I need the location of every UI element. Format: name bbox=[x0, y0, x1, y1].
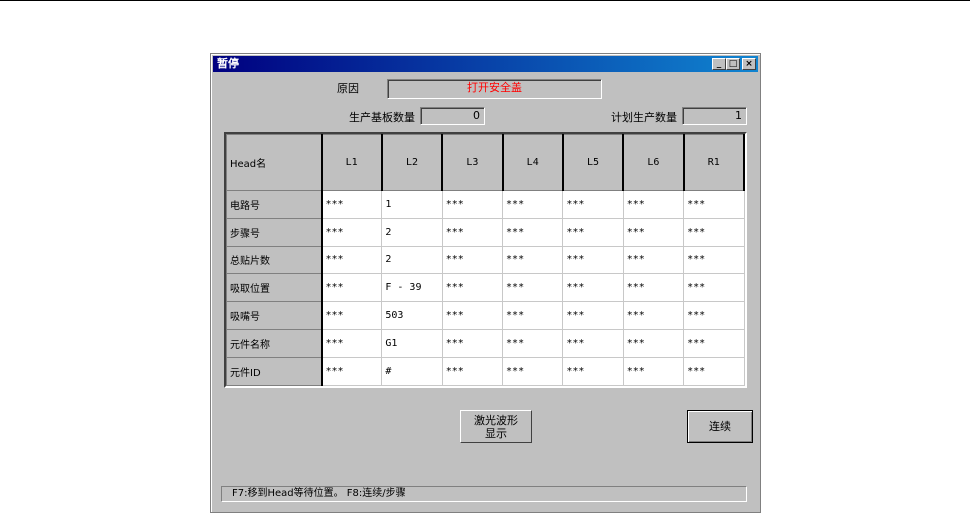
table-cell: *** bbox=[622, 357, 685, 386]
table-row: 总贴片数 *** 2 *** *** *** *** *** bbox=[226, 245, 745, 275]
title-bar: 暂停 _ □ × bbox=[213, 56, 758, 72]
table-cell: *** bbox=[562, 301, 624, 331]
status-bar: F7:移到Head等待位置。 F8:连续/步骤 bbox=[221, 486, 747, 502]
table-row: 元件名称 *** G1 *** *** *** *** *** bbox=[226, 329, 745, 359]
maximize-button[interactable]: □ bbox=[726, 58, 740, 70]
table-cell: 503 bbox=[381, 301, 443, 331]
close-button[interactable]: × bbox=[742, 58, 756, 70]
table-cell: *** bbox=[562, 245, 624, 275]
table-cell: *** bbox=[502, 273, 564, 303]
planned-field: 1 bbox=[682, 107, 747, 125]
table-cell: 1 bbox=[381, 189, 443, 219]
table-cell: *** bbox=[683, 245, 745, 275]
table-cell: *** bbox=[441, 273, 504, 303]
table-cell: # bbox=[381, 357, 443, 386]
column-header: R1 bbox=[683, 134, 746, 191]
table-row: 吸嘴号 *** 503 *** *** *** *** *** bbox=[226, 301, 745, 331]
pause-dialog: 暂停 _ □ × 原因 打开安全盖 生产基板数量 0 计划生产数量 1 Head… bbox=[210, 53, 761, 513]
table-cell: *** bbox=[441, 357, 504, 386]
table-cell: *** bbox=[683, 273, 745, 303]
table-cell: *** bbox=[622, 245, 685, 275]
laser-waveform-button[interactable]: 激光波形 显示 bbox=[460, 410, 532, 443]
table-row: 电路号 *** 1 *** *** *** *** *** bbox=[226, 189, 745, 219]
table-cell: *** bbox=[441, 189, 504, 219]
produced-field: 0 bbox=[420, 107, 485, 125]
table-cell: *** bbox=[320, 301, 383, 331]
row-header: 吸嘴号 bbox=[226, 301, 323, 331]
table-cell: *** bbox=[562, 273, 624, 303]
table-row: 步骤号 *** 2 *** *** *** *** *** bbox=[226, 217, 745, 247]
table-row: 元件ID *** # *** *** *** *** *** bbox=[226, 357, 745, 386]
table-cell: *** bbox=[562, 189, 624, 219]
table-cell: *** bbox=[502, 301, 564, 331]
table-cell: *** bbox=[562, 329, 624, 359]
table-cell: *** bbox=[562, 217, 624, 247]
table-cell: *** bbox=[320, 357, 383, 386]
continue-button[interactable]: 连续 bbox=[687, 410, 753, 443]
table-cell: *** bbox=[502, 329, 564, 359]
table-cell: *** bbox=[320, 273, 383, 303]
table-cell: *** bbox=[562, 357, 624, 386]
row-header: 元件ID bbox=[226, 357, 323, 386]
laser-button-line2: 显示 bbox=[485, 427, 507, 440]
head-table: Head名 L1 L2 L3 L4 L5 L6 R1 电路号 *** 1 *** ***… bbox=[224, 132, 747, 388]
table-cell: *** bbox=[502, 357, 564, 386]
table-cell: *** bbox=[441, 301, 504, 331]
column-header: L2 bbox=[381, 134, 444, 191]
table-cell: *** bbox=[441, 217, 504, 247]
reason-label: 原因 bbox=[337, 82, 359, 95]
table-cell: *** bbox=[683, 329, 745, 359]
reason-field: 打开安全盖 bbox=[387, 79, 602, 99]
column-header: L4 bbox=[502, 134, 564, 191]
table-cell: *** bbox=[622, 329, 685, 359]
table-cell: *** bbox=[320, 245, 383, 275]
table-cell: *** bbox=[441, 329, 504, 359]
table-cell: G1 bbox=[381, 329, 443, 359]
minimize-button[interactable]: _ bbox=[712, 58, 726, 70]
window-title: 暂停 bbox=[217, 57, 239, 70]
table-cell: *** bbox=[622, 273, 685, 303]
table-cell: *** bbox=[502, 217, 564, 247]
table-cell: *** bbox=[683, 357, 745, 386]
table-row: 吸取位置 *** F - 39 *** *** *** *** *** bbox=[226, 273, 745, 303]
table-cell: *** bbox=[683, 301, 745, 331]
laser-button-line1: 激光波形 bbox=[474, 414, 518, 427]
table-cell: *** bbox=[320, 217, 383, 247]
produced-label: 生产基板数量 bbox=[349, 111, 415, 124]
table-cell: *** bbox=[502, 189, 564, 219]
row-header: 步骤号 bbox=[226, 217, 323, 247]
table-cell: F - 39 bbox=[381, 273, 443, 303]
corner-header: Head名 bbox=[226, 134, 323, 191]
table-cell: *** bbox=[320, 329, 383, 359]
table-cell: *** bbox=[441, 245, 504, 275]
table-cell: 2 bbox=[381, 217, 443, 247]
row-header: 电路号 bbox=[226, 189, 323, 219]
table-cell: *** bbox=[622, 301, 685, 331]
planned-label: 计划生产数量 bbox=[611, 111, 677, 124]
column-header: L1 bbox=[320, 134, 383, 191]
table-cell: *** bbox=[622, 189, 685, 219]
table-cell: *** bbox=[320, 189, 383, 219]
row-header: 吸取位置 bbox=[226, 273, 323, 303]
row-header: 元件名称 bbox=[226, 329, 323, 359]
table-cell: *** bbox=[683, 217, 745, 247]
row-header: 总贴片数 bbox=[226, 245, 323, 275]
column-header: L5 bbox=[562, 134, 625, 191]
table-cell: 2 bbox=[381, 245, 443, 275]
column-header: L3 bbox=[441, 134, 504, 191]
column-header: L6 bbox=[622, 134, 685, 191]
table-cell: *** bbox=[622, 217, 685, 247]
table-cell: *** bbox=[502, 245, 564, 275]
table-cell: *** bbox=[683, 189, 745, 219]
